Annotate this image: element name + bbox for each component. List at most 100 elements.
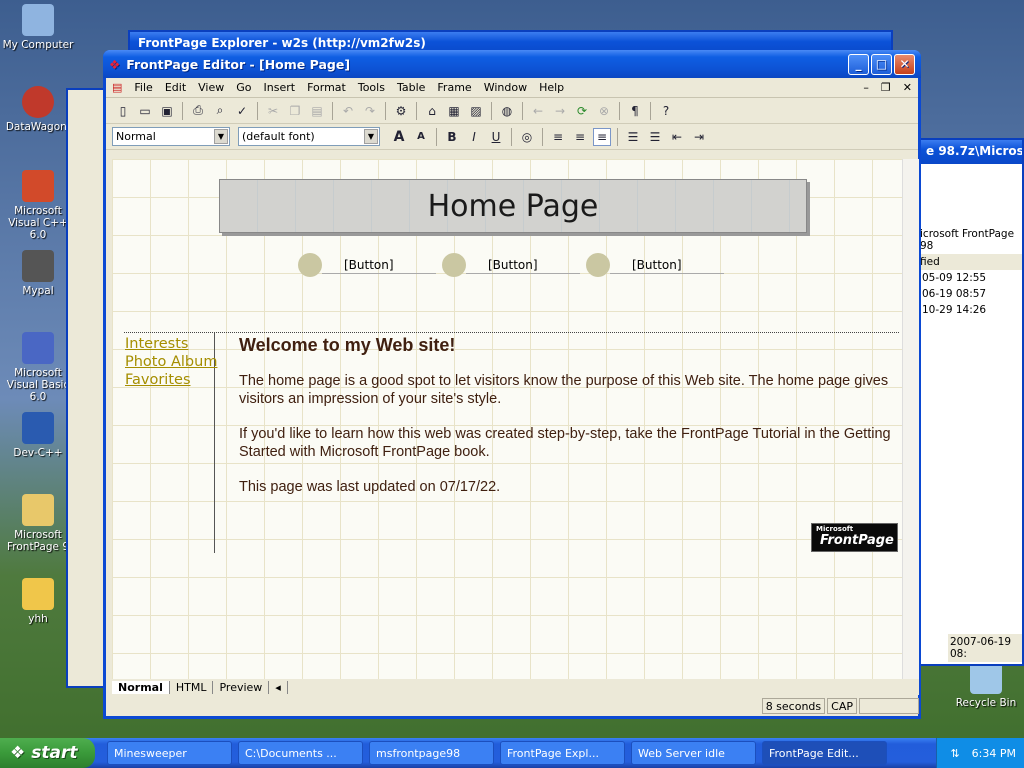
menu-edit[interactable]: Edit <box>159 81 192 94</box>
stop-icon[interactable]: ⊗ <box>595 102 613 120</box>
menu-format[interactable]: Format <box>301 81 352 94</box>
desktop-icon-recycle-bin[interactable]: Recycle Bin <box>948 662 1024 709</box>
copy-icon[interactable]: ❐ <box>286 102 304 120</box>
scroll-left-icon[interactable]: ◂ <box>269 680 288 694</box>
menu-go[interactable]: Go <box>230 81 257 94</box>
paragraph: If you'd like to learn how this web was … <box>239 426 891 460</box>
decrease-text-size-icon[interactable]: A <box>412 128 430 146</box>
tab-preview[interactable]: Preview <box>213 680 270 694</box>
undo-icon[interactable]: ↶ <box>339 102 357 120</box>
taskbar-item-frontpage-editor[interactable]: FrontPage Edit... <box>762 741 887 765</box>
status-bar: 8 seconds CAP <box>112 698 919 716</box>
font-select[interactable]: (default font) ▼ <box>238 127 380 146</box>
insert-table-icon[interactable]: ▦ <box>445 102 463 120</box>
insert-image-icon[interactable]: ▨ <box>467 102 485 120</box>
title-bar[interactable]: ❖ FrontPage Editor - [Home Page] _ □ ✕ <box>103 50 921 78</box>
desktop-icon-visual-basic[interactable]: Microsoft Visual Basic 6.0 <box>0 332 76 403</box>
menu-tools[interactable]: Tools <box>352 81 391 94</box>
list-item[interactable]: 05-09 12:55 <box>918 270 1022 286</box>
visual-basic-icon <box>22 332 54 364</box>
close-button[interactable]: ✕ <box>894 53 915 75</box>
tab-normal[interactable]: Normal <box>112 680 170 694</box>
taskbar-item-web-server[interactable]: Web Server idle <box>631 741 756 765</box>
cut-icon[interactable]: ✂ <box>264 102 282 120</box>
show-paragraph-icon[interactable]: ¶ <box>626 102 644 120</box>
bold-icon[interactable]: B <box>443 128 461 146</box>
paste-icon[interactable]: ▤ <box>308 102 326 120</box>
menu-help[interactable]: Help <box>533 81 570 94</box>
increase-indent-icon[interactable]: ⇥ <box>690 128 708 146</box>
align-left-icon[interactable]: ≡ <box>549 128 567 146</box>
list-item[interactable]: 10-29 14:26 <box>918 302 1022 318</box>
refresh-icon[interactable]: ⟳ <box>573 102 591 120</box>
archive-header: icrosoft FrontPage 98 <box>920 228 1015 252</box>
doc-minimize-button[interactable]: – <box>857 81 875 94</box>
link-interests[interactable]: Interests <box>125 336 188 352</box>
back-icon[interactable]: ← <box>529 102 547 120</box>
numbered-list-icon[interactable]: ☰ <box>624 128 642 146</box>
taskbar-item-documents[interactable]: C:\Documents ... <box>238 741 363 765</box>
menu-view[interactable]: View <box>192 81 230 94</box>
paragraph-style-select[interactable]: Normal ▼ <box>112 127 230 146</box>
archive-window[interactable]: e 98.7z\Microsof icrosoft FrontPage 98 f… <box>916 138 1024 666</box>
system-tray: ⇅ 6:34 PM <box>936 738 1024 768</box>
taskbar-item-minesweeper[interactable]: Minesweeper <box>107 741 232 765</box>
align-center-icon[interactable]: ≡ <box>571 128 589 146</box>
desktop-icon-datawagon[interactable]: DataWagon. <box>0 86 76 133</box>
maximize-button[interactable]: □ <box>871 53 892 75</box>
menu-window[interactable]: Window <box>478 81 533 94</box>
webbot-icon[interactable]: ⌂ <box>423 102 441 120</box>
menu-file[interactable]: File <box>128 81 158 94</box>
menu-insert[interactable]: Insert <box>258 81 302 94</box>
save-icon[interactable]: ▣ <box>158 102 176 120</box>
frontpage-logo: Microsoft FrontPage <box>811 523 898 552</box>
desktop-icon-mypal[interactable]: Mypal <box>0 250 76 297</box>
network-icon[interactable]: ⇅ <box>950 747 959 760</box>
vertical-scrollbar[interactable] <box>902 159 919 679</box>
increase-text-size-icon[interactable]: A <box>390 128 408 146</box>
download-time: 8 seconds <box>761 698 826 714</box>
tab-html[interactable]: HTML <box>170 680 214 694</box>
desktop-icon-label: yhh <box>28 613 48 625</box>
clock[interactable]: 6:34 PM <box>972 747 1016 760</box>
underline-icon[interactable]: U <box>487 128 505 146</box>
link-favorites[interactable]: Favorites <box>125 372 191 388</box>
redo-icon[interactable]: ↷ <box>361 102 379 120</box>
desktop-icon-yhh[interactable]: yhh <box>0 578 76 625</box>
desktop-icon-dev-cpp[interactable]: Dev-C++ <box>0 412 76 459</box>
menu-frame[interactable]: Frame <box>431 81 477 94</box>
align-right-icon[interactable]: ≡ <box>593 127 611 146</box>
help-icon[interactable]: ? <box>657 102 675 120</box>
start-button[interactable]: ❖ start <box>0 738 95 768</box>
minimize-button[interactable]: _ <box>848 53 869 75</box>
hyperlink-icon[interactable]: ◍ <box>498 102 516 120</box>
chevron-down-icon: ▼ <box>214 129 228 144</box>
recycle-bin-icon <box>970 662 1002 694</box>
frontpage-editor-window[interactable]: ❖ FrontPage Editor - [Home Page] _ □ ✕ ▤… <box>103 50 921 719</box>
logo-small-text: Microsoft <box>816 525 854 533</box>
taskbar-item-frontpage-explorer[interactable]: FrontPage Expl... <box>500 741 625 765</box>
bulleted-list-icon[interactable]: ☰ <box>646 128 664 146</box>
list-item[interactable]: 06-19 08:57 <box>918 286 1022 302</box>
decrease-indent-icon[interactable]: ⇤ <box>668 128 686 146</box>
desktop-icon-visual-cpp[interactable]: Microsoft Visual C++ 6.0 <box>0 170 76 241</box>
menu-table[interactable]: Table <box>391 81 431 94</box>
open-icon[interactable]: ▭ <box>136 102 154 120</box>
taskbar-item-msfrontpage98[interactable]: msfrontpage98 <box>369 741 494 765</box>
show-explorer-icon[interactable]: ⚙ <box>392 102 410 120</box>
italic-icon[interactable]: I <box>465 128 483 146</box>
doc-close-button[interactable]: ✕ <box>897 81 918 94</box>
desktop-icon-frontpage[interactable]: Microsoft FrontPage 9 <box>0 494 76 553</box>
nav-dot-icon <box>442 253 466 277</box>
desktop-icon-my-computer[interactable]: My Computer <box>0 4 76 51</box>
text-color-icon[interactable]: ◎ <box>518 128 536 146</box>
desktop-icon-label: DataWagon. <box>5 121 71 133</box>
spelling-icon[interactable]: ✓ <box>233 102 251 120</box>
print-icon[interactable]: ⎙ <box>189 102 207 120</box>
forward-icon[interactable]: → <box>551 102 569 120</box>
print-preview-icon[interactable]: ⌕ <box>211 102 229 120</box>
link-photo-album[interactable]: Photo Album <box>125 354 217 370</box>
doc-restore-button[interactable]: ❐ <box>875 81 897 94</box>
new-icon[interactable]: ▯ <box>114 102 132 120</box>
editor-canvas[interactable]: Home Page [Button] [Button] [Button] Int… <box>112 159 902 679</box>
